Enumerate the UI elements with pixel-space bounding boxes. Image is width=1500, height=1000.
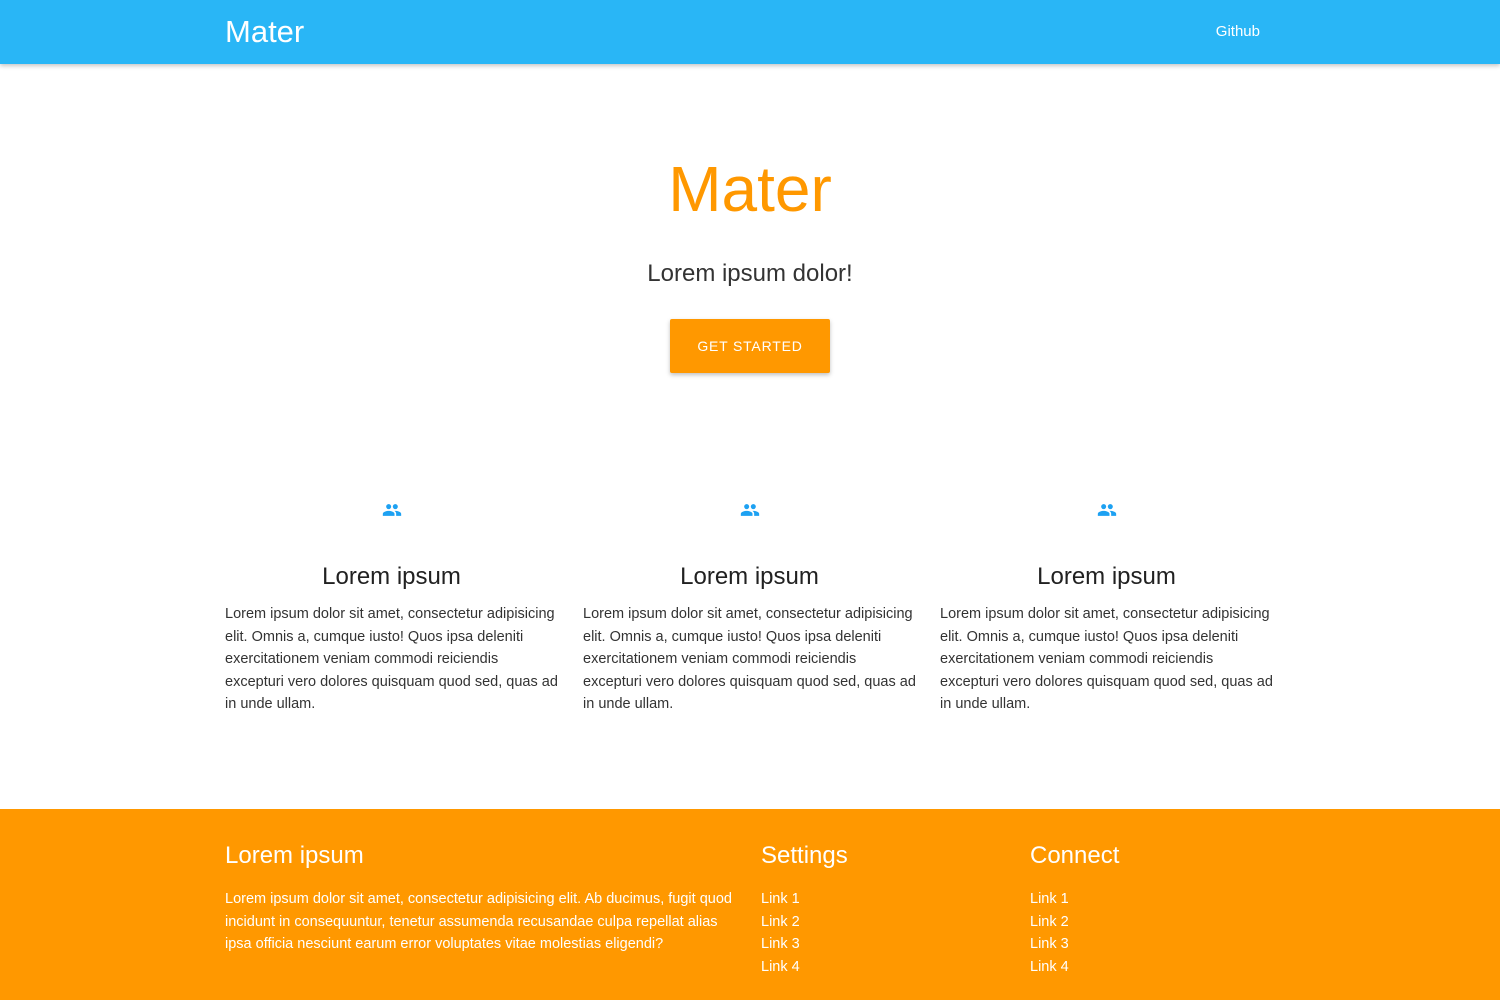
footer-settings-link-2[interactable]: Link 2	[761, 914, 800, 930]
footer-settings-link-3[interactable]: Link 3	[761, 936, 800, 952]
feature-title: Lorem ipsum	[680, 563, 819, 590]
footer-connect-links: Link 1 Link 2 Link 3 Link 4	[1030, 888, 1280, 978]
feature-title: Lorem ipsum	[1037, 563, 1176, 590]
feature-column: Lorem ipsum Lorem ipsum dolor sit amet, …	[583, 500, 916, 716]
footer-settings-heading: Settings	[761, 842, 848, 869]
feature-text: Lorem ipsum dolor sit amet, consectetur …	[940, 606, 1273, 712]
navbar: Mater Github	[0, 0, 1500, 64]
feature-text: Lorem ipsum dolor sit amet, consectetur …	[583, 606, 916, 712]
footer-about: Lorem ipsum Lorem ipsum dolor sit amet, …	[225, 840, 743, 956]
brand-logo[interactable]: Mater	[225, 12, 304, 52]
footer-settings-link-1[interactable]: Link 1	[761, 891, 800, 907]
footer-connect-link-3[interactable]: Link 3	[1030, 936, 1069, 952]
group-icon	[1097, 504, 1116, 516]
nav-link-github[interactable]: Github	[1216, 22, 1260, 42]
footer-connect-link-2[interactable]: Link 2	[1030, 914, 1069, 930]
feature-column: Lorem ipsum Lorem ipsum dolor sit amet, …	[225, 500, 558, 716]
hero-title: Mater	[668, 153, 832, 225]
footer-connect-link-4[interactable]: Link 4	[1030, 959, 1069, 975]
hero-subtitle: Lorem ipsum dolor!	[647, 260, 853, 287]
group-icon	[382, 504, 401, 516]
footer-connect: Connect Link 1 Link 2 Link 3 Link 4	[1030, 840, 1280, 978]
footer-settings: Settings Link 1 Link 2 Link 3 Link 4	[761, 840, 1011, 978]
footer-settings-link-4[interactable]: Link 4	[761, 959, 800, 975]
feature-text: Lorem ipsum dolor sit amet, consectetur …	[225, 606, 558, 712]
get-started-button[interactable]: GET STARTED	[670, 319, 830, 373]
footer-settings-links: Link 1 Link 2 Link 3 Link 4	[761, 888, 1011, 978]
footer-about-heading: Lorem ipsum	[225, 842, 364, 869]
feature-title: Lorem ipsum	[322, 563, 461, 590]
footer: Lorem ipsum Lorem ipsum dolor sit amet, …	[0, 809, 1500, 1000]
footer-connect-heading: Connect	[1030, 842, 1120, 869]
feature-column: Lorem ipsum Lorem ipsum dolor sit amet, …	[940, 500, 1273, 716]
footer-connect-link-1[interactable]: Link 1	[1030, 891, 1069, 907]
group-icon	[740, 504, 759, 516]
footer-about-text: Lorem ipsum dolor sit amet, consectetur …	[225, 891, 732, 952]
